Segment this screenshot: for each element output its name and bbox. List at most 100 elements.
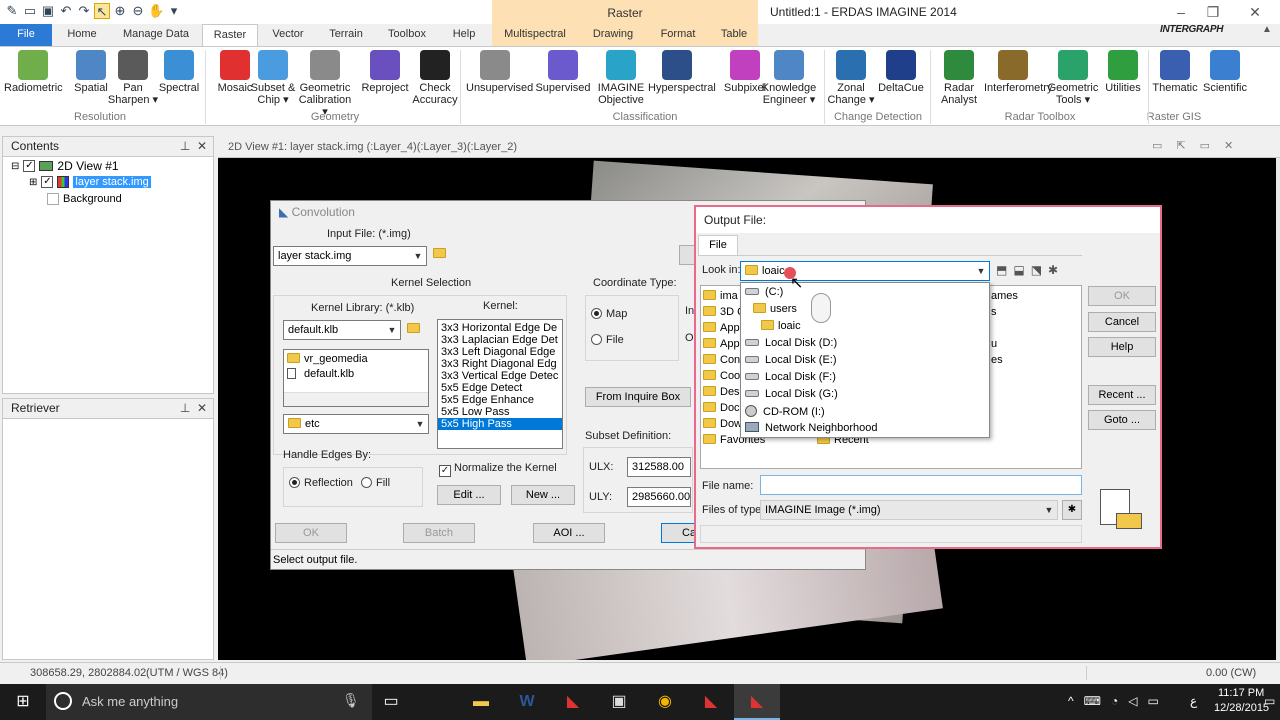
list-item[interactable]: 3x3 Laplacian Edge Det xyxy=(438,334,562,346)
list-item[interactable]: ames xyxy=(991,288,1018,304)
uly-field[interactable]: 2985660.00 xyxy=(627,487,691,507)
library-hscroll[interactable] xyxy=(284,392,428,406)
options-icon[interactable]: ✱ xyxy=(1048,263,1064,277)
chrome-icon[interactable]: ◉ xyxy=(642,684,688,720)
ribbon-button[interactable]: Supervised xyxy=(534,50,592,94)
language-indicator[interactable]: ع xyxy=(1190,694,1197,708)
list-item[interactable]: 5x5 Low Pass xyxy=(438,406,562,418)
open-folder-icon[interactable]: ▭ xyxy=(22,3,38,19)
kernel-list[interactable]: 3x3 Horizontal Edge De 3x3 Laplacian Edg… xyxy=(437,319,563,449)
list-item[interactable]: s xyxy=(991,304,1018,320)
cancel-button[interactable]: Cancel xyxy=(1088,312,1156,332)
look-in-dropdown[interactable]: (C:) users loaic Local Disk (D:) Local D… xyxy=(740,282,990,438)
tab-terrain[interactable]: Terrain xyxy=(320,24,372,46)
input-file-field[interactable]: layer stack.img ▼ xyxy=(273,246,427,266)
aoi-button[interactable]: AOI ... xyxy=(533,523,605,543)
help-button[interactable]: Help xyxy=(1088,337,1156,357)
customize-chevron-down-icon[interactable]: ▾ xyxy=(166,3,182,19)
tab-table[interactable]: Table xyxy=(710,24,758,46)
list-item[interactable]: default.klb xyxy=(284,368,428,380)
tab-multispectral[interactable]: Multispectral xyxy=(496,24,574,46)
dropdown-item[interactable]: Local Disk (E:) xyxy=(745,354,837,366)
dropdown-item[interactable]: Local Disk (G:) xyxy=(745,388,838,400)
zoom-in-icon[interactable]: ⊕ xyxy=(112,3,128,19)
tab-drawing[interactable]: Drawing xyxy=(584,24,642,46)
recent-button[interactable]: Recent ... xyxy=(1088,385,1156,405)
background-checkbox[interactable] xyxy=(47,193,59,205)
from-inquire-box-button[interactable]: From Inquire Box xyxy=(585,387,691,407)
directory-field[interactable]: etc ▼ xyxy=(283,414,429,434)
list-item[interactable]: 3x3 Right Diagonal Edg xyxy=(438,358,562,370)
chevron-down-icon[interactable]: ▼ xyxy=(973,262,989,280)
redo-icon[interactable]: ↷ xyxy=(76,3,92,19)
windows-start-icon[interactable]: ⊞ xyxy=(0,684,46,720)
dropdown-item[interactable]: loaic xyxy=(761,320,801,332)
normalize-checkbox[interactable]: ✓ Normalize the Kernel xyxy=(439,462,557,477)
tree-row-background[interactable]: Background xyxy=(47,193,122,205)
open-folder-icon[interactable] xyxy=(433,248,450,260)
ribbon-button[interactable]: Hyperspectral xyxy=(648,50,716,94)
tab-vector[interactable]: Vector xyxy=(264,24,312,46)
ribbon-button[interactable]: Subset & Chip ▾ xyxy=(244,50,302,106)
file-radio[interactable]: File xyxy=(591,334,624,346)
maximize-button[interactable]: ❐ xyxy=(1198,2,1228,22)
view-scrollbar[interactable] xyxy=(1276,158,1280,660)
erdas-icon[interactable]: ◣ xyxy=(688,684,734,720)
ribbon-button[interactable]: Radar Analyst xyxy=(930,50,988,106)
cancel-button[interactable]: Ca xyxy=(661,523,697,543)
new-folder-icon[interactable]: ⬓ xyxy=(1013,263,1030,277)
cortana-search-box[interactable]: Ask me anything 🎙 xyxy=(46,684,372,720)
pin-icon[interactable]: ⊥ xyxy=(180,139,190,153)
library-list[interactable]: vr_geomedia default.klb xyxy=(283,349,429,407)
pin-icon[interactable]: ⊥ xyxy=(180,401,190,415)
pan-icon[interactable]: ✋ xyxy=(148,3,164,19)
open-folder-icon[interactable] xyxy=(407,323,424,335)
ulx-field[interactable]: 312588.00 xyxy=(627,457,691,477)
ribbon-button[interactable]: Scientific xyxy=(1196,50,1254,94)
word-icon[interactable]: W xyxy=(504,684,550,720)
chevron-down-icon[interactable]: ▼ xyxy=(410,247,426,265)
dropdown-item[interactable]: (C:) xyxy=(745,286,783,298)
goto-button[interactable]: Goto ... xyxy=(1088,410,1156,430)
filter-options-icon[interactable]: ✱ xyxy=(1062,500,1082,520)
up-folder-icon[interactable]: ⬒ xyxy=(996,263,1013,277)
tab-file[interactable]: File xyxy=(698,235,738,255)
fill-radio[interactable]: Fill xyxy=(361,477,390,489)
collapse-icon[interactable]: ⊟ xyxy=(11,161,19,172)
system-tray[interactable]: ^⌨◔◁▭ xyxy=(1068,694,1169,708)
new-button[interactable]: New ... xyxy=(511,485,575,505)
ribbon-button[interactable]: Radiometric xyxy=(4,50,63,94)
dropdown-item[interactable]: Local Disk (D:) xyxy=(745,337,837,349)
dropdown-item[interactable]: Local Disk (F:) xyxy=(745,371,836,383)
tab-file[interactable]: File xyxy=(0,24,52,46)
chevron-down-icon[interactable]: ▼ xyxy=(412,415,428,433)
look-in-field[interactable]: loaic ▼ xyxy=(740,261,990,281)
list-item-selected[interactable]: 5x5 High Pass xyxy=(438,418,562,430)
tab-raster[interactable]: Raster xyxy=(202,24,258,47)
list-view-icon[interactable]: ⬔ xyxy=(1031,263,1048,277)
erdas-active-icon[interactable]: ◣ xyxy=(734,684,780,720)
tree-row-view[interactable]: ⊟ ✓ 2D View #1 xyxy=(11,159,119,173)
zoom-out-icon[interactable]: ⊖ xyxy=(130,3,146,19)
minimize-button[interactable]: – xyxy=(1166,2,1196,22)
dropdown-item[interactable]: Network Neighborhood xyxy=(745,422,878,434)
list-item[interactable]: 5x5 Edge Enhance xyxy=(438,394,562,406)
list-item[interactable]: u xyxy=(991,336,1018,352)
edit-button[interactable]: Edit ... xyxy=(437,485,501,505)
save-icon[interactable]: ▣ xyxy=(40,3,56,19)
ok-button[interactable]: OK xyxy=(1088,286,1156,306)
reflection-radio[interactable]: Reflection xyxy=(289,477,353,489)
tab-toolbox[interactable]: Toolbox xyxy=(380,24,434,46)
tab-home[interactable]: Home xyxy=(58,24,106,46)
dropdown-item[interactable]: CD-ROM (I:) xyxy=(745,405,825,418)
file-explorer-icon[interactable]: ▬ xyxy=(458,684,504,720)
close-icon[interactable]: ✕ xyxy=(197,401,207,415)
ribbon-button[interactable]: Geometric Calibration ▾ xyxy=(296,50,354,118)
files-of-type-field[interactable]: IMAGINE Image (*.img) ▼ xyxy=(760,500,1058,520)
list-item[interactable]: vr_geomedia xyxy=(284,353,428,365)
undo-icon[interactable]: ↶ xyxy=(58,3,74,19)
tab-format[interactable]: Format xyxy=(652,24,704,46)
expand-icon[interactable]: ⊞ xyxy=(29,177,37,188)
ribbon-button[interactable]: Interferometry xyxy=(984,50,1052,94)
ok-button[interactable]: OK xyxy=(275,523,347,543)
